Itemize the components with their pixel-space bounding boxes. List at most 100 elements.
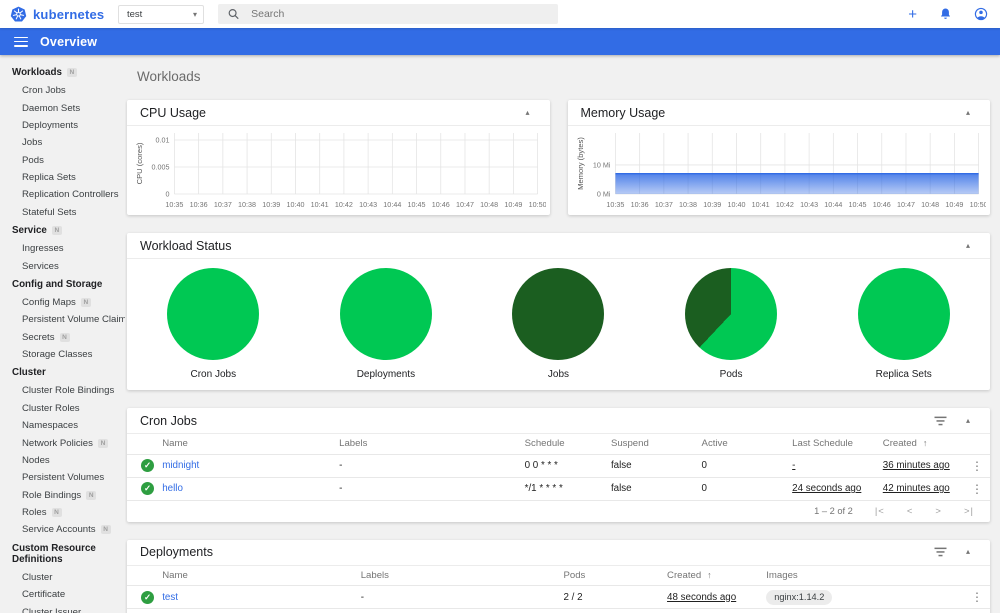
- row-actions-menu-button[interactable]: ⋮: [969, 459, 985, 473]
- relative-time-link[interactable]: 48 seconds ago: [667, 592, 736, 603]
- column-header-images[interactable]: Images: [761, 565, 965, 586]
- column-header-labels[interactable]: Labels: [334, 434, 520, 455]
- svg-text:10:36: 10:36: [190, 200, 208, 209]
- resource-link[interactable]: midnight: [162, 460, 199, 471]
- collapse-card-button[interactable]: ▴: [959, 543, 977, 561]
- collapse-card-button[interactable]: ▴: [959, 237, 977, 255]
- kubernetes-wheel-icon: [10, 6, 27, 21]
- sidebar-item-replica-sets[interactable]: Replica Sets: [0, 169, 125, 186]
- filter-list-icon: [934, 547, 946, 557]
- sidebar-item-stateful-sets[interactable]: Stateful Sets: [0, 204, 125, 221]
- resource-link[interactable]: hello: [162, 483, 183, 494]
- pie-label: Pods: [719, 369, 743, 380]
- sidebar-item-deployments[interactable]: Deployments: [0, 117, 125, 134]
- sidebar-item-persistent-volume-claims[interactable]: Persistent Volume ClaimsN: [0, 311, 125, 328]
- sidebar-item-cluster-issuer[interactable]: Cluster Issuer: [0, 603, 125, 613]
- create-resource-button[interactable]: +: [908, 7, 917, 22]
- namespace-selector[interactable]: test ▾: [118, 4, 204, 24]
- column-header-blank: [964, 565, 990, 586]
- namespace-value: test: [127, 8, 143, 20]
- sidebar-item-services[interactable]: Services: [0, 257, 125, 274]
- sidebar-item-cluster[interactable]: Cluster: [0, 569, 125, 586]
- svg-text:10:44: 10:44: [383, 200, 401, 209]
- svg-text:10:35: 10:35: [165, 200, 183, 209]
- column-header-schedule[interactable]: Schedule: [519, 434, 606, 455]
- collapse-card-button[interactable]: ▴: [959, 412, 977, 430]
- relative-time-link[interactable]: 24 seconds ago: [792, 483, 861, 494]
- svg-text:0.005: 0.005: [151, 163, 169, 172]
- column-header-created[interactable]: Created ↑: [662, 565, 762, 586]
- column-header-blank: [127, 434, 158, 455]
- sidebar-item-cluster-roles[interactable]: Cluster Roles: [0, 400, 125, 417]
- sidebar-section-service[interactable]: Service N: [0, 221, 125, 240]
- sidebar-item-network-policies[interactable]: Network Policies N: [0, 434, 125, 451]
- collapse-card-button[interactable]: ▴: [519, 104, 537, 122]
- menu-hamburger-icon[interactable]: [14, 36, 28, 47]
- column-header-last-schedule[interactable]: Last Schedule: [787, 434, 878, 455]
- collapse-card-button[interactable]: ▴: [959, 104, 977, 122]
- resource-link[interactable]: test: [162, 592, 178, 603]
- search-input[interactable]: [251, 8, 548, 20]
- svg-text:10:48: 10:48: [480, 200, 498, 209]
- column-header-pods[interactable]: Pods: [558, 565, 663, 586]
- notifications-bell-icon[interactable]: [939, 7, 952, 21]
- filter-button[interactable]: [931, 412, 949, 430]
- column-header-labels[interactable]: Labels: [355, 565, 559, 586]
- prev-page-button[interactable]: <: [907, 506, 914, 517]
- sidebar-item-daemon-sets[interactable]: Daemon Sets: [0, 99, 125, 116]
- toolbar-title: Overview: [40, 34, 98, 49]
- svg-text:CPU (cores): CPU (cores): [135, 142, 144, 184]
- sidebar-item-service-accounts[interactable]: Service Accounts N: [0, 521, 125, 538]
- sidebar-item-jobs[interactable]: Jobs: [0, 134, 125, 151]
- svg-text:10:39: 10:39: [703, 200, 721, 209]
- sidebar-item-storage-classes[interactable]: Storage Classes: [0, 346, 125, 363]
- relative-time-link[interactable]: 42 minutes ago: [883, 483, 950, 494]
- row-actions-menu-button[interactable]: ⋮: [969, 482, 985, 496]
- relative-time-link[interactable]: 36 minutes ago: [883, 460, 950, 471]
- relative-time-link[interactable]: -: [792, 460, 795, 471]
- sidebar-item-secrets[interactable]: Secrets N: [0, 329, 125, 346]
- sidebar-item-cluster-role-bindings[interactable]: Cluster Role Bindings: [0, 382, 125, 399]
- sidebar-item-persistent-volumes[interactable]: Persistent Volumes: [0, 469, 125, 486]
- column-header-name[interactable]: Name: [157, 434, 335, 455]
- svg-text:10:43: 10:43: [800, 200, 818, 209]
- workload-status-pies: Cron Jobs Deployments Jobs Pods Replica Sets: [127, 259, 990, 389]
- row-actions-menu-button[interactable]: ⋮: [969, 590, 985, 604]
- filter-list-icon: [934, 416, 946, 425]
- sidebar-item-config-maps[interactable]: Config Maps N: [0, 294, 125, 311]
- svg-text:10:43: 10:43: [359, 200, 377, 209]
- search-bar[interactable]: [218, 4, 558, 24]
- sidebar-section-workloads[interactable]: Workloads N: [0, 63, 125, 82]
- sidebar-item-namespaces[interactable]: Namespaces: [0, 417, 125, 434]
- column-header-suspend[interactable]: Suspend: [605, 434, 697, 455]
- sidebar-item-certificate[interactable]: Certificate: [0, 586, 125, 603]
- svg-text:10:35: 10:35: [606, 200, 624, 209]
- pie-chart-pods: [685, 268, 778, 360]
- cell-text: 0: [701, 483, 707, 494]
- kubernetes-logo[interactable]: kubernetes: [0, 6, 118, 23]
- sidebar-item-ingresses[interactable]: Ingresses: [0, 240, 125, 257]
- account-icon[interactable]: [974, 7, 988, 21]
- column-header-created[interactable]: Created ↑: [877, 434, 965, 455]
- sidebar-item-pods[interactable]: Pods: [0, 152, 125, 169]
- svg-text:10:36: 10:36: [630, 200, 648, 209]
- first-page-button[interactable]: |<: [875, 506, 885, 517]
- svg-text:10:46: 10:46: [872, 200, 890, 209]
- last-page-button[interactable]: >|: [964, 506, 974, 517]
- column-header-active[interactable]: Active: [696, 434, 788, 455]
- main-content: Workloads CPU Usage ▴ 10:35 10:36 10:37 10:…: [125, 55, 1000, 613]
- svg-text:10:42: 10:42: [775, 200, 793, 209]
- svg-text:10:46: 10:46: [432, 200, 450, 209]
- column-header-name[interactable]: Name: [157, 565, 356, 586]
- namespaced-badge: N: [97, 438, 108, 448]
- filter-button[interactable]: [931, 543, 949, 561]
- cpu-usage-chart: 10:35 10:36 10:37 10:38 10:39 10:40 10:41 10:42…: [135, 133, 547, 209]
- namespaced-badge: N: [51, 226, 62, 235]
- next-page-button[interactable]: >: [935, 506, 942, 517]
- sidebar-item-nodes[interactable]: Nodes: [0, 452, 125, 469]
- sidebar-item-roles[interactable]: Roles N: [0, 504, 125, 521]
- label-chip: nginx:1.14.2: [766, 589, 833, 605]
- sidebar-item-replication-controllers[interactable]: Replication Controllers: [0, 186, 125, 203]
- sidebar-item-cron-jobs[interactable]: Cron Jobs: [0, 82, 125, 99]
- sidebar-item-role-bindings[interactable]: Role Bindings N: [0, 487, 125, 504]
